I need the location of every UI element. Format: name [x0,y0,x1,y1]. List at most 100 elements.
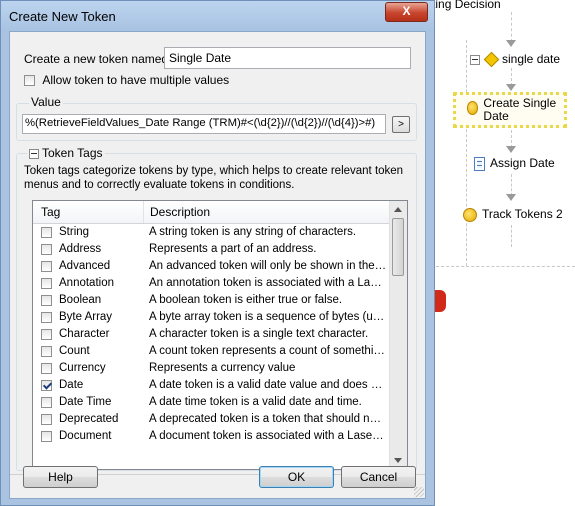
create-single-date-node[interactable]: Create Single Date [467,97,563,123]
token-name-label: Create a new token named: [24,52,172,66]
branch-icon [485,53,497,65]
dialog-title: Create New Token [9,9,116,24]
tag-description: A date token is a valid date value and d… [149,379,387,391]
tag-name: Date Time [59,396,112,408]
node-label: Track Tokens 2 [482,207,563,221]
token-tags-label: Token Tags [42,146,103,160]
token-value-input[interactable]: %(RetrieveFieldValues_Date Range (TRM)#<… [22,114,386,134]
single-date-node[interactable]: single date [470,53,560,66]
token-name-input[interactable]: Single Date [164,47,411,69]
ok-button[interactable]: OK [259,466,334,488]
connector-arrow [506,194,516,201]
tag-name: Currency [59,362,106,374]
table-row[interactable]: Advanced An advanced token will only be s… [33,258,390,275]
tag-name: Annotation [59,277,114,289]
token-activity-icon [463,208,477,222]
dialog-titlebar[interactable]: Create New Token X [1,1,434,31]
value-section-label: Value [29,95,63,109]
tag-checkbox[interactable] [41,329,52,340]
tag-description: A boolean token is either true or false. [149,294,343,306]
tag-description: A string token is any string of characte… [149,226,357,238]
node-label: Assign Date [490,156,555,170]
tag-checkbox[interactable] [41,380,52,391]
tag-checkbox[interactable] [41,278,52,289]
list-header: Tag Description [33,201,390,224]
connector-line [511,174,512,196]
table-row[interactable]: Date Time A date time token is a valid da… [33,394,390,411]
table-row[interactable]: String A string token is any string of ch… [33,224,390,241]
tag-name: Date [59,379,84,391]
tag-description: Represents a currency value [149,362,296,374]
tag-name: Character [59,328,110,340]
tag-checkbox[interactable] [41,346,52,357]
table-row[interactable]: Count A count token represents a count of… [33,343,390,360]
tag-description: An annotation token is associated with a… [149,277,387,289]
column-header-description[interactable]: Description [150,205,210,219]
resize-grip[interactable] [414,487,424,497]
insert-token-button[interactable]: > [392,116,410,133]
tag-name: Boolean [59,294,102,306]
collapse-icon[interactable] [29,148,39,159]
table-row[interactable]: Character A character token is a single t… [33,326,390,343]
assign-field-icon [474,157,485,171]
table-row[interactable]: Annotation An annotation token is associa… [33,275,390,292]
table-row[interactable]: Address Represents a part of an address. [33,241,390,258]
tag-description: A date time token is a valid date and ti… [149,396,362,408]
table-row[interactable]: Deprecated A deprecated token is a token … [33,411,390,428]
node-label: Create Single Date [483,96,557,123]
list-rows: String A string token is any string of ch… [33,224,390,445]
table-row[interactable]: Boolean A boolean token is either true or… [33,292,390,309]
table-row[interactable]: Document A document token is associated w… [33,428,390,445]
tag-checkbox[interactable] [41,431,52,442]
tag-checkbox[interactable] [41,414,52,425]
tag-name: Address [59,243,102,255]
close-button[interactable]: X [385,2,428,22]
tag-description: A byte array token is a sequence of byte… [149,311,387,323]
tag-description: Represents a part of an address. [149,243,317,255]
tag-description: A count token represents a count of some… [149,345,387,357]
scrollbar-thumb[interactable] [392,218,404,276]
create-new-token-dialog: Create New Token X Create a new token na… [0,0,435,506]
table-row[interactable]: Date A date token is a valid date value a… [33,377,390,394]
tag-name: Deprecated [59,413,119,425]
tag-name: Count [59,345,90,357]
scroll-up-icon[interactable] [394,207,402,212]
token-activity-icon [467,101,479,115]
tag-description: A deprecated token is a token that shoul… [149,413,387,425]
tag-name: Document [59,430,112,442]
node-label: single date [502,52,561,66]
tag-checkbox[interactable] [41,363,52,374]
multiple-values-option[interactable]: Allow token to have multiple values [24,73,229,87]
table-row[interactable]: Byte Array A byte array token is a sequen… [33,309,390,326]
multiple-values-label: Allow token to have multiple values [42,73,230,87]
tag-checkbox[interactable] [41,312,52,323]
tag-name: String [59,226,90,238]
connector-line [511,225,512,247]
tag-checkbox[interactable] [41,227,52,238]
scroll-down-icon[interactable] [394,458,402,463]
token-tags-header[interactable]: Token Tags [27,146,105,160]
token-tags-description: Token tags categorize tokens by type, wh… [24,165,404,191]
assign-date-node[interactable]: Assign Date [474,157,555,171]
tag-checkbox[interactable] [41,261,52,272]
help-button[interactable]: Help [23,466,98,488]
cancel-button[interactable]: Cancel [341,466,416,488]
tag-description: A character token is a single text chara… [149,328,369,340]
tag-checkbox[interactable] [41,244,52,255]
multiple-values-checkbox[interactable] [24,75,35,87]
table-row[interactable]: Currency Represents a currency value [33,360,390,377]
connector-arrow [506,84,516,91]
list-scrollbar[interactable] [389,201,407,469]
connector-arrow [506,146,516,153]
connector-arrow [506,40,516,47]
column-divider[interactable] [143,201,144,223]
tag-checkbox[interactable] [41,295,52,306]
track-tokens-node[interactable]: Track Tokens 2 [463,208,563,222]
tag-name: Advanced [59,260,111,272]
tag-description: An advanced token will only be shown in … [149,260,387,272]
collapse-icon[interactable] [470,55,480,65]
dialog-body: Create a new token named: Single Date Al… [9,31,426,499]
column-header-tag[interactable]: Tag [41,205,60,219]
tag-checkbox[interactable] [41,397,52,408]
token-tags-list[interactable]: Tag Description String A string token is … [32,200,408,470]
